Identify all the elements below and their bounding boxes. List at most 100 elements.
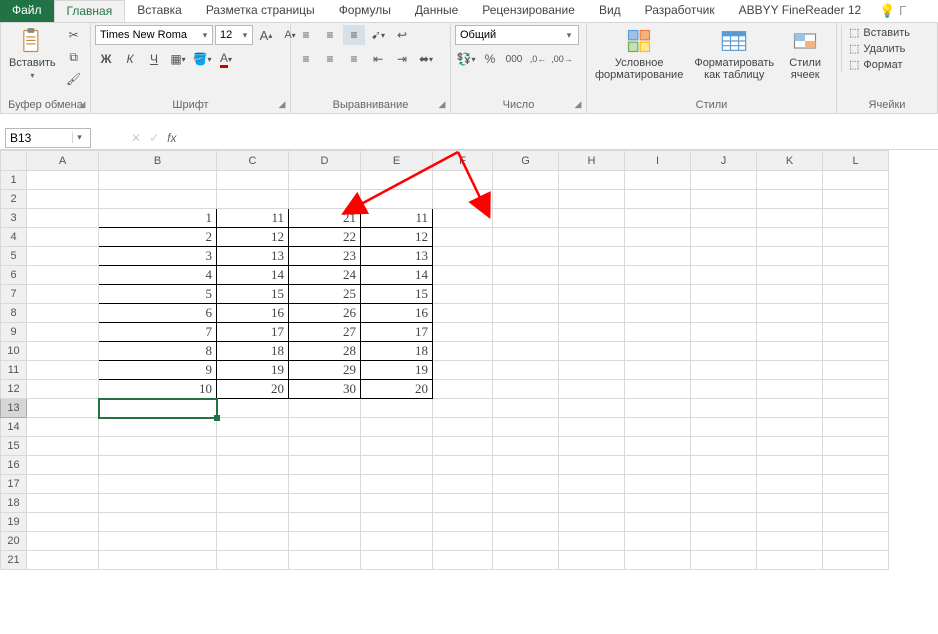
cell-L18[interactable] [823,494,889,513]
cell-A15[interactable] [27,437,99,456]
cell-A9[interactable] [27,323,99,342]
font-name-input[interactable] [96,26,198,44]
cell-D13[interactable] [289,399,361,418]
row-header-7[interactable]: 7 [1,285,27,304]
cell-L7[interactable] [823,285,889,304]
cell-I15[interactable] [625,437,691,456]
cell-L11[interactable] [823,361,889,380]
cell-C4[interactable]: 12 [217,228,289,247]
cell-D9[interactable]: 27 [289,323,361,342]
cell-J3[interactable] [691,209,757,228]
cell-D6[interactable]: 24 [289,266,361,285]
font-launcher[interactable]: ◢ [276,99,288,111]
cell-J20[interactable] [691,532,757,551]
cell-F17[interactable] [433,475,493,494]
cell-A12[interactable] [27,380,99,399]
cell-E9[interactable]: 17 [361,323,433,342]
cell-H18[interactable] [559,494,625,513]
cell-C21[interactable] [217,551,289,570]
col-header-E[interactable]: E [361,151,433,171]
cell-G19[interactable] [493,513,559,532]
number-launcher[interactable]: ◢ [572,99,584,111]
cell-A8[interactable] [27,304,99,323]
cell-K10[interactable] [757,342,823,361]
cell-B7[interactable]: 5 [99,285,217,304]
indent-increase-button[interactable]: ⇥ [391,49,413,69]
cell-H8[interactable] [559,304,625,323]
cell-D15[interactable] [289,437,361,456]
cell-B17[interactable] [99,475,217,494]
cell-D8[interactable]: 26 [289,304,361,323]
cell-J12[interactable] [691,380,757,399]
align-left-button[interactable]: ≡ [295,49,317,69]
cell-D18[interactable] [289,494,361,513]
copy-button[interactable]: ⧉ [63,47,85,67]
cell-H15[interactable] [559,437,625,456]
name-box[interactable]: ▾ [5,128,91,148]
cell-I16[interactable] [625,456,691,475]
cell-K17[interactable] [757,475,823,494]
number-format-combo[interactable]: ▾ [455,25,579,45]
cell-E7[interactable]: 15 [361,285,433,304]
cell-E4[interactable]: 12 [361,228,433,247]
cell-G5[interactable] [493,247,559,266]
cell-C8[interactable]: 16 [217,304,289,323]
cell-A21[interactable] [27,551,99,570]
cell-B5[interactable]: 3 [99,247,217,266]
cell-B8[interactable]: 6 [99,304,217,323]
cell-E12[interactable]: 20 [361,380,433,399]
cell-I19[interactable] [625,513,691,532]
cell-L13[interactable] [823,399,889,418]
cell-G8[interactable] [493,304,559,323]
cell-C10[interactable]: 18 [217,342,289,361]
row-header-9[interactable]: 9 [1,323,27,342]
cell-F1[interactable] [433,171,493,190]
cell-D14[interactable] [289,418,361,437]
cell-D4[interactable]: 22 [289,228,361,247]
cell-K12[interactable] [757,380,823,399]
cut-button[interactable]: ✂ [63,25,85,45]
cell-H20[interactable] [559,532,625,551]
cell-L19[interactable] [823,513,889,532]
cell-H2[interactable] [559,190,625,209]
cell-J8[interactable] [691,304,757,323]
cell-F7[interactable] [433,285,493,304]
cancel-icon[interactable]: ✕ [131,131,141,145]
cell-A13[interactable] [27,399,99,418]
col-header-G[interactable]: G [493,151,559,171]
cell-H5[interactable] [559,247,625,266]
decrease-decimal-button[interactable]: ,00→ [551,49,573,69]
cell-F3[interactable] [433,209,493,228]
font-size-combo[interactable]: ▾ [215,25,253,45]
cell-K8[interactable] [757,304,823,323]
tab-данные[interactable]: Данные [403,0,470,22]
row-header-16[interactable]: 16 [1,456,27,475]
cell-H17[interactable] [559,475,625,494]
cell-H19[interactable] [559,513,625,532]
row-header-21[interactable]: 21 [1,551,27,570]
cell-L3[interactable] [823,209,889,228]
cell-K14[interactable] [757,418,823,437]
cell-K3[interactable] [757,209,823,228]
cell-H16[interactable] [559,456,625,475]
format-as-table-button[interactable]: Форматировать как таблицу [690,25,778,83]
cell-J4[interactable] [691,228,757,247]
cell-L14[interactable] [823,418,889,437]
chevron-down-icon[interactable]: ▾ [562,30,576,41]
cell-F14[interactable] [433,418,493,437]
cell-I17[interactable] [625,475,691,494]
cell-L10[interactable] [823,342,889,361]
cell-H14[interactable] [559,418,625,437]
cell-C13[interactable] [217,399,289,418]
cell-E2[interactable] [361,190,433,209]
italic-button[interactable]: К [119,49,141,69]
cell-F6[interactable] [433,266,493,285]
cell-J6[interactable] [691,266,757,285]
cell-F11[interactable] [433,361,493,380]
cell-C18[interactable] [217,494,289,513]
cell-D1[interactable] [289,171,361,190]
cell-K5[interactable] [757,247,823,266]
row-header-20[interactable]: 20 [1,532,27,551]
cell-F18[interactable] [433,494,493,513]
cell-E15[interactable] [361,437,433,456]
